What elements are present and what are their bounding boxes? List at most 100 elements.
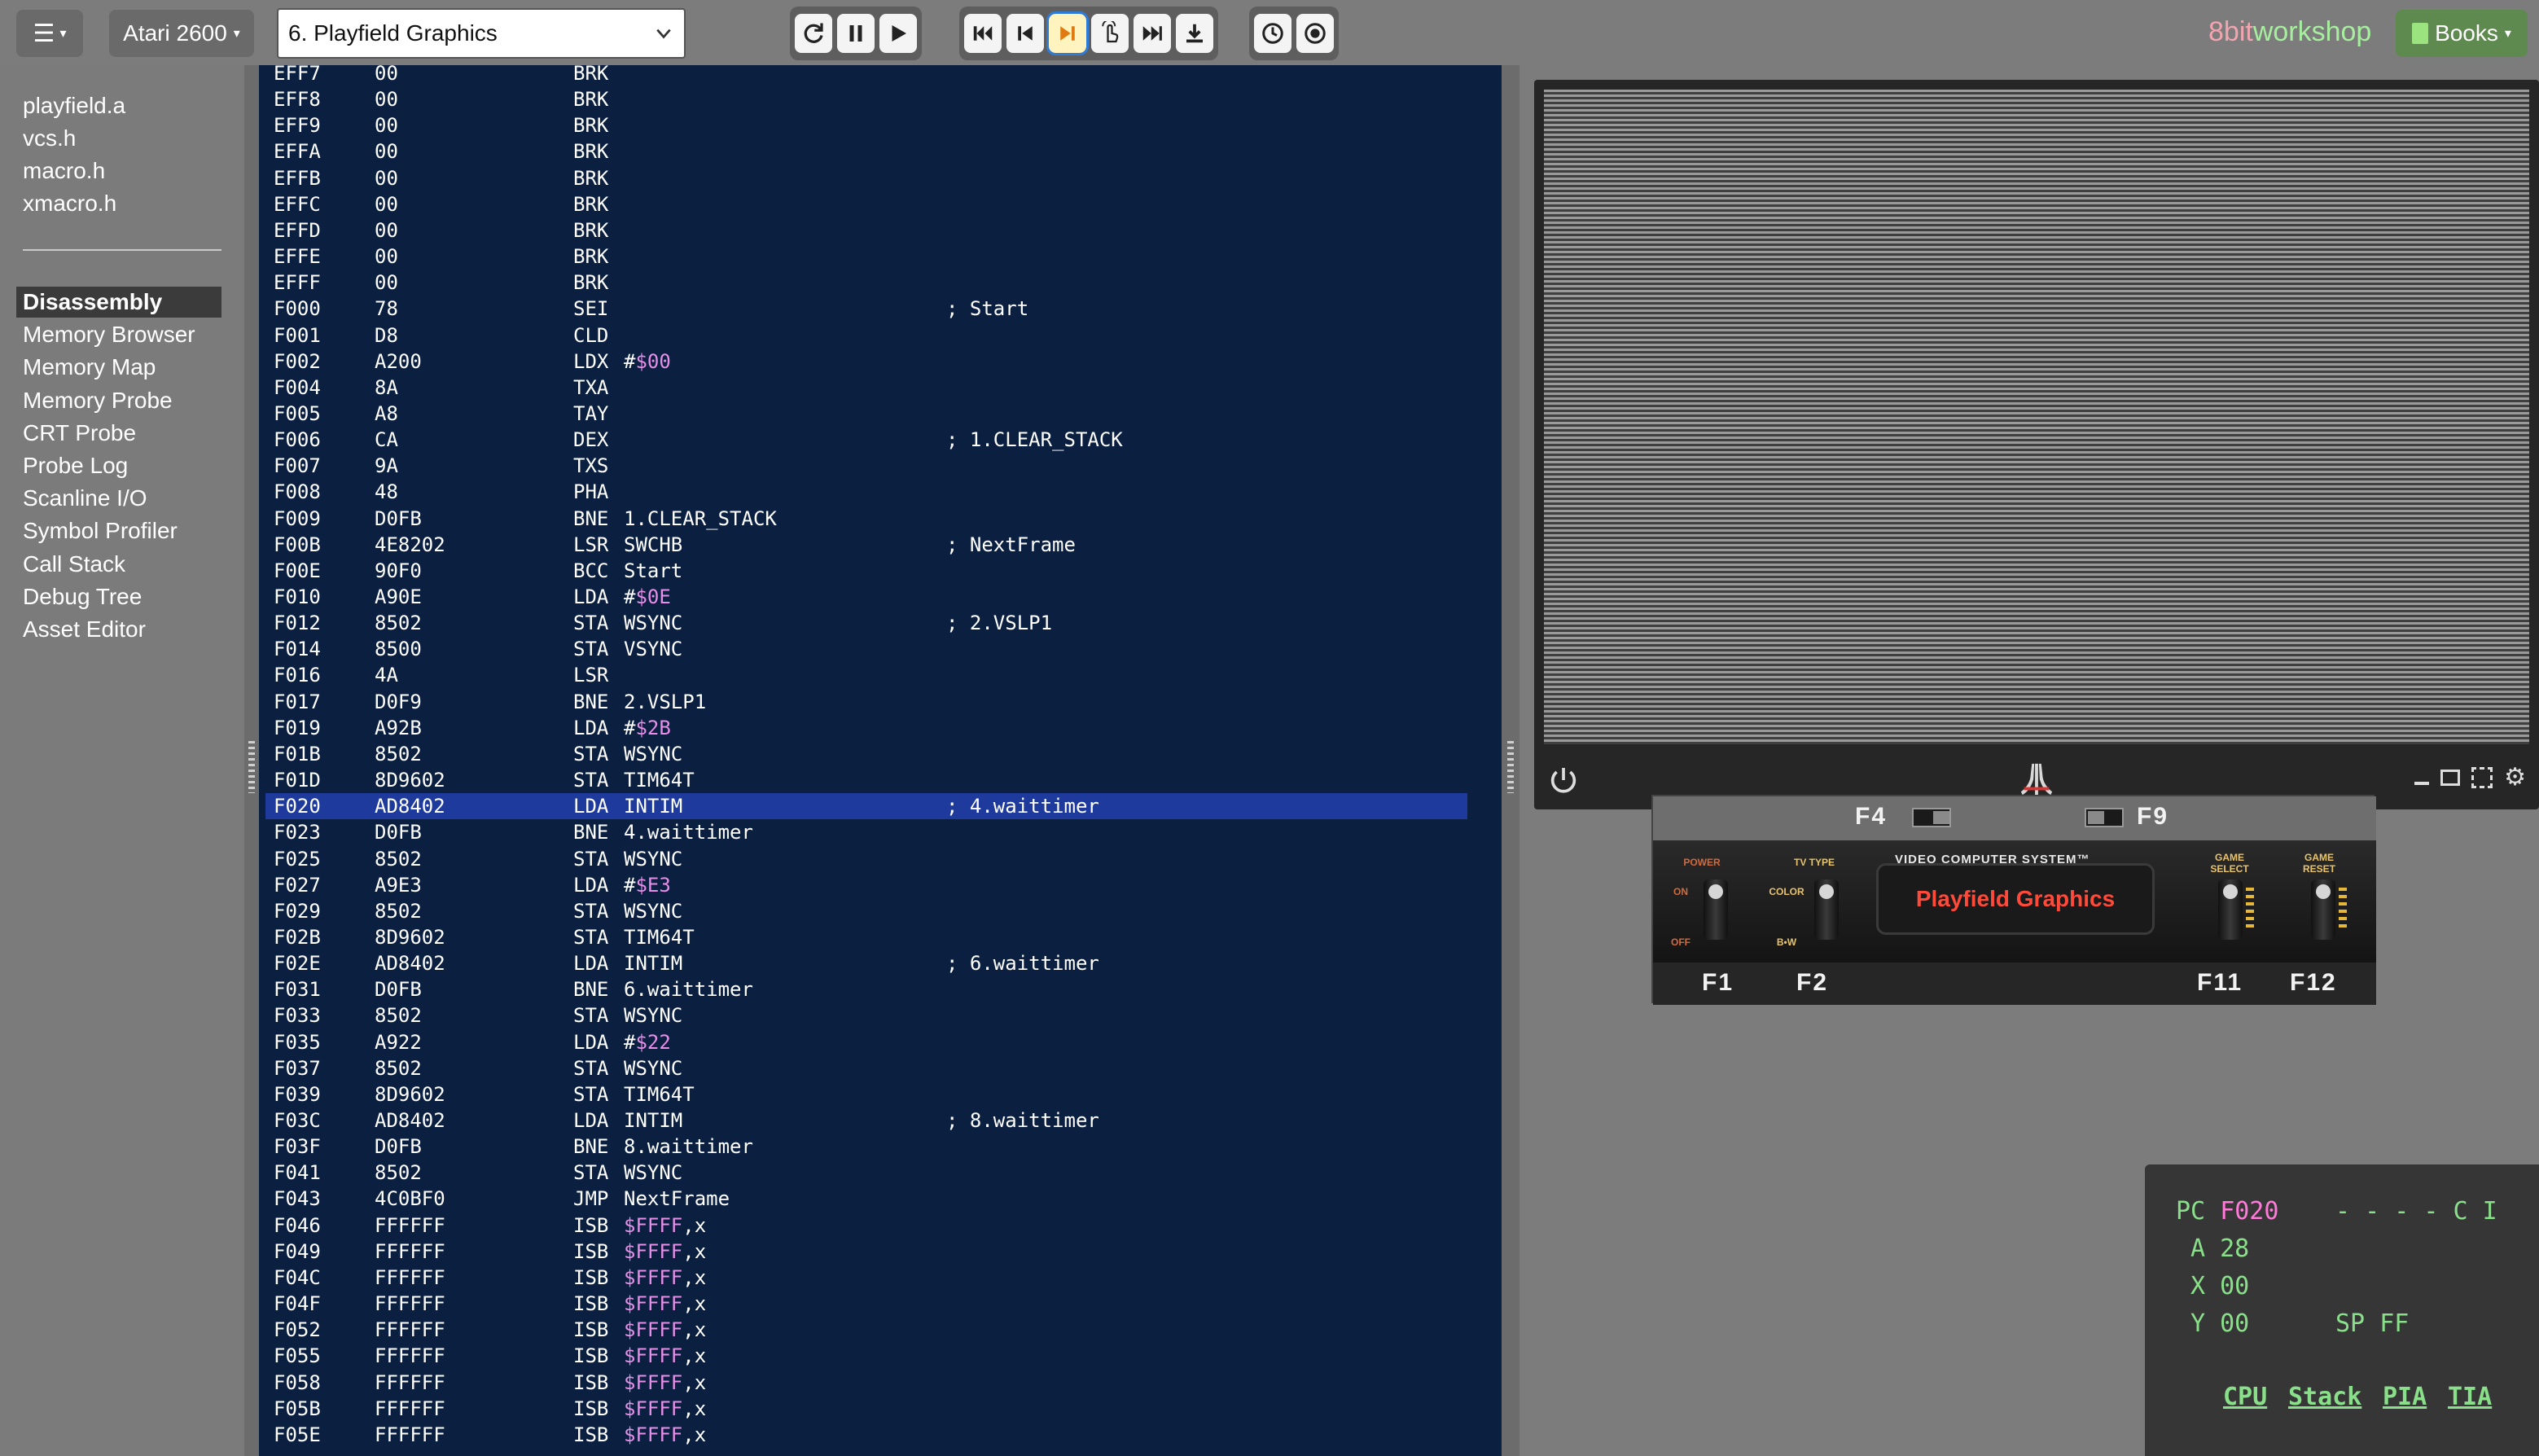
disasm-row[interactable]: F014 8500 STA VSYNC (265, 636, 1467, 662)
disasm-row[interactable]: F02B 8D9602 STA TIM64T (265, 924, 1467, 950)
step-over-button[interactable] (1046, 11, 1089, 55)
disasm-row[interactable]: F001 D8 CLD (265, 322, 1467, 349)
power-switch[interactable] (1704, 879, 1728, 940)
disasm-row[interactable]: F010 A90E LDA #$0E (265, 584, 1467, 610)
pause-button[interactable] (837, 14, 875, 53)
disasm-row[interactable]: F005 A8 TAY (265, 401, 1467, 427)
disasm-row[interactable]: F01B 8502 STA WSYNC (265, 741, 1467, 767)
view-item-memory-map[interactable]: Memory Map (16, 352, 221, 383)
disasm-row[interactable]: F027 A9E3 LDA #$E3 (265, 872, 1467, 898)
disasm-row[interactable]: F023 D0FB BNE 4.waittimer (265, 819, 1467, 845)
window-icon[interactable] (2440, 770, 2461, 786)
disasm-row[interactable]: F029 8502 STA WSYNC (265, 898, 1467, 924)
view-item-scanline-i-o[interactable]: Scanline I/O (16, 483, 221, 514)
disasm-row[interactable]: F019 A92B LDA #$2B (265, 715, 1467, 741)
disasm-row[interactable]: F039 8D9602 STA TIM64T (265, 1081, 1467, 1107)
brand-logo[interactable]: 8bitworkshop (2208, 16, 2371, 48)
main-menu-button[interactable]: ☰ ▾ (16, 10, 83, 57)
disasm-row[interactable]: F025 8502 STA WSYNC (265, 846, 1467, 872)
difficulty-right-switch[interactable] (2085, 808, 2124, 827)
disasm-row[interactable]: EFF8 00 BRK (265, 86, 1467, 112)
disasm-row[interactable]: F035 A922 LDA #$22 (265, 1029, 1467, 1055)
game-select-switch[interactable] (2218, 879, 2243, 940)
disasm-row[interactable]: F006 CA DEX ; 1.CLEAR_STACK (265, 427, 1467, 453)
file-item[interactable]: xmacro.h (23, 191, 116, 217)
disasm-row[interactable]: F012 8502 STA WSYNC ; 2.VSLP1 (265, 610, 1467, 636)
download-button[interactable] (1176, 14, 1213, 53)
game-reset-switch[interactable] (2311, 879, 2335, 940)
difficulty-left-switch[interactable] (1912, 808, 1951, 827)
disasm-row[interactable]: EFF9 00 BRK (265, 112, 1467, 138)
rewind-start-button[interactable] (964, 14, 1002, 53)
file-item[interactable]: vcs.h (23, 125, 76, 151)
disasm-row[interactable]: F00B 4E8202 LSR SWCHB ; NextFrame (265, 532, 1467, 558)
view-item-memory-browser[interactable]: Memory Browser (16, 319, 221, 350)
tab-tia[interactable]: TIA (2448, 1383, 2492, 1411)
minimize-icon[interactable] (2414, 782, 2430, 785)
platform-menu-button[interactable]: Atari 2600 ▾ (109, 10, 254, 57)
disasm-row[interactable]: EFFC 00 BRK (265, 191, 1467, 217)
record-button[interactable] (1296, 14, 1334, 53)
disasm-row[interactable]: EFFD 00 BRK (265, 217, 1467, 243)
view-item-disassembly[interactable]: Disassembly (16, 287, 221, 318)
disasm-row[interactable]: EFF7 00 BRK (265, 65, 1467, 86)
timing-button[interactable] (1254, 14, 1291, 53)
disasm-row[interactable]: EFFE 00 BRK (265, 243, 1467, 270)
disasm-row[interactable]: F043 4C0BF0 JMP NextFrame (265, 1186, 1467, 1212)
disasm-row[interactable]: F058 FFFFFF ISB $FFFF,x (265, 1370, 1467, 1396)
file-item[interactable]: macro.h (23, 158, 105, 184)
disasm-row[interactable]: EFFF 00 BRK (265, 270, 1467, 296)
right-splitter[interactable] (1502, 65, 1519, 1456)
disasm-row[interactable]: F05B FFFFFF ISB $FFFF,x (265, 1396, 1467, 1422)
view-item-call-stack[interactable]: Call Stack (16, 549, 221, 580)
view-item-memory-probe[interactable]: Memory Probe (16, 385, 221, 416)
view-item-crt-probe[interactable]: CRT Probe (16, 418, 221, 449)
disasm-row[interactable]: F049 FFFFFF ISB $FFFF,x (265, 1239, 1467, 1265)
disasm-row[interactable]: EFFA 00 BRK (265, 138, 1467, 164)
gear-icon[interactable]: ⚙ (2504, 765, 2526, 790)
disasm-row[interactable]: F031 D0FB BNE 6.waittimer (265, 976, 1467, 1002)
file-item[interactable]: playfield.a (23, 93, 125, 119)
current-instruction-row[interactable]: F020 AD8402 LDA INTIM ; 4.waittimer (265, 793, 1467, 820)
disasm-row[interactable]: F03F D0FB BNE 8.waittimer (265, 1134, 1467, 1160)
view-item-debug-tree[interactable]: Debug Tree (16, 581, 221, 612)
disasm-row[interactable]: EFFB 00 BRK (265, 165, 1467, 191)
tab-stack[interactable]: Stack (2288, 1383, 2361, 1411)
disasm-row[interactable]: F007 9A TXS (265, 453, 1467, 479)
disasm-row[interactable]: F05E FFFFFF ISB $FFFF,x (265, 1422, 1467, 1448)
tab-pia[interactable]: PIA (2383, 1383, 2427, 1411)
disasm-row[interactable]: F000 78 SEI ; Start (265, 296, 1467, 322)
disasm-row[interactable]: F037 8502 STA WSYNC (265, 1055, 1467, 1081)
play-button[interactable] (879, 14, 917, 53)
disasm-row[interactable]: F046 FFFFFF ISB $FFFF,x (265, 1213, 1467, 1239)
disasm-row[interactable]: F033 8502 STA WSYNC (265, 1002, 1467, 1028)
disasm-row[interactable]: F002 A200 LDX #$00 (265, 349, 1467, 375)
disasm-row[interactable]: F041 8502 STA WSYNC (265, 1160, 1467, 1186)
disasm-row[interactable]: F017 D0F9 BNE 2.VSLP1 (265, 689, 1467, 715)
disasm-row[interactable]: F03C AD8402 LDA INTIM ; 8.waittimer (265, 1107, 1467, 1134)
disasm-row[interactable]: F055 FFFFFF ISB $FFFF,x (265, 1343, 1467, 1369)
disasm-row[interactable]: F004 8A TXA (265, 375, 1467, 401)
left-splitter[interactable] (244, 65, 259, 1456)
fast-forward-button[interactable] (1134, 14, 1171, 53)
disasm-row[interactable]: F00E 90F0 BCC Start (265, 558, 1467, 584)
disasm-row[interactable]: F009 D0FB BNE 1.CLEAR_STACK (265, 506, 1467, 532)
disasm-row[interactable]: F04F FFFFFF ISB $FFFF,x (265, 1291, 1467, 1317)
fullscreen-icon[interactable] (2471, 767, 2493, 788)
reset-button[interactable] (795, 14, 832, 53)
disasm-row[interactable]: F01D 8D9602 STA TIM64T (265, 767, 1467, 793)
step-back-button[interactable] (1006, 14, 1044, 53)
view-item-symbol-profiler[interactable]: Symbol Profiler (16, 515, 221, 546)
emulator-screen[interactable] (1544, 90, 2529, 744)
disasm-row[interactable]: F052 FFFFFF ISB $FFFF,x (265, 1317, 1467, 1343)
disasm-row[interactable]: F016 4A LSR (265, 662, 1467, 688)
step-cursor-button[interactable] (1091, 14, 1129, 53)
view-item-asset-editor[interactable]: Asset Editor (16, 614, 221, 645)
books-button[interactable]: Books ▾ (2396, 10, 2528, 57)
view-item-probe-log[interactable]: Probe Log (16, 450, 221, 481)
disasm-row[interactable]: F04C FFFFFF ISB $FFFF,x (265, 1265, 1467, 1291)
tab-cpu[interactable]: CPU (2223, 1383, 2267, 1411)
tv-type-switch[interactable] (1814, 879, 1839, 940)
disasm-row[interactable]: F008 48 PHA (265, 479, 1467, 505)
disasm-row[interactable]: F02E AD8402 LDA INTIM ; 6.waittimer (265, 950, 1467, 976)
